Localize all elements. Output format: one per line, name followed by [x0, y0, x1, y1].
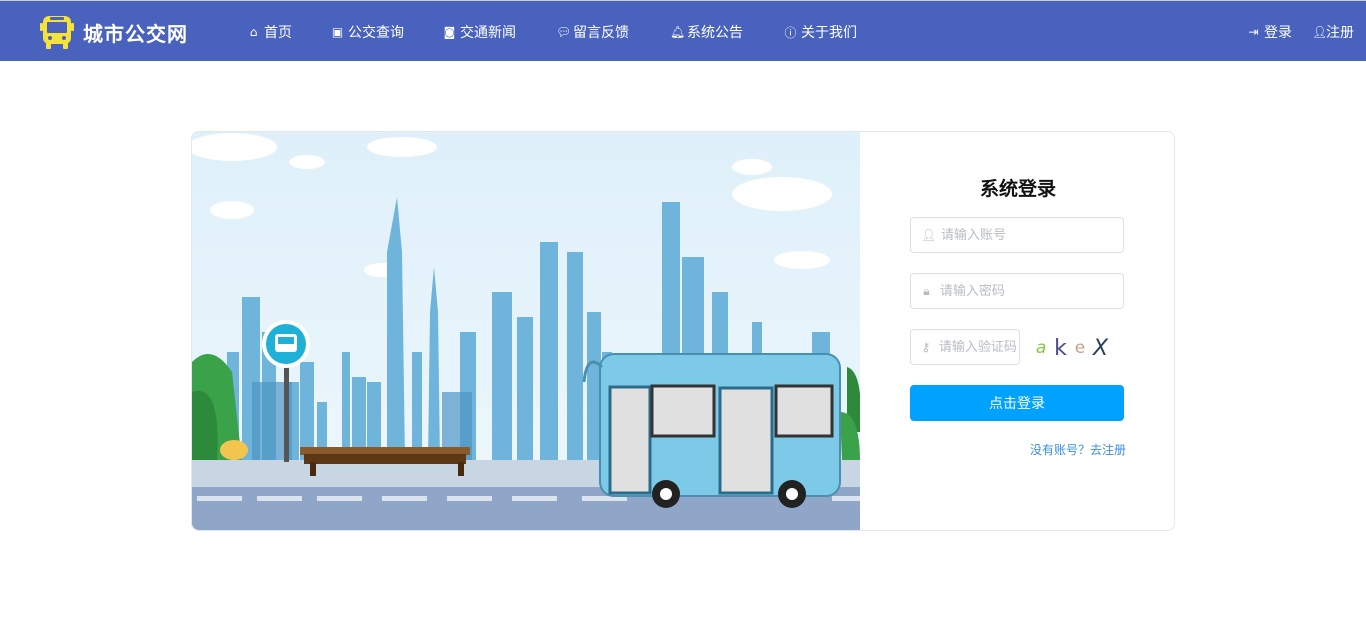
brand-logo[interactable]: 城市公交网 — [40, 14, 188, 50]
login-form: 系统登录 👤︎ 🔒︎ ⚷ a k e X 点击登录 没有账号？去注册 — [860, 132, 1174, 530]
nav-label: 公交查询 — [348, 25, 404, 41]
password-input[interactable] — [939, 283, 1123, 299]
account-field: 👤︎ — [910, 217, 1124, 253]
brand-name: 城市公交网 — [83, 21, 188, 46]
key-icon: ⚷ — [921, 340, 931, 354]
nav-label: 注册 — [1326, 25, 1354, 41]
bus-icon: ▣ — [331, 25, 344, 39]
info-icon: ⓘ — [784, 25, 797, 40]
register-link[interactable]: 没有账号？去注册 — [1030, 441, 1126, 458]
lock-icon: 🔒︎ — [923, 283, 930, 298]
bus-stop-illustration — [192, 132, 860, 530]
bell-icon: 🔔︎ — [670, 25, 686, 39]
nav-about[interactable]: ⓘ 关于我们 — [784, 22, 857, 42]
account-input[interactable] — [941, 227, 1123, 243]
nav-label: 关于我们 — [801, 25, 857, 41]
captcha-char: e — [1074, 338, 1086, 358]
comment-icon: 💬︎ — [556, 25, 572, 39]
nav-home[interactable]: ⌂ 首页 — [247, 22, 292, 42]
home-icon: ⌂ — [249, 25, 258, 39]
nav-label: 留言反馈 — [573, 25, 629, 41]
nav-label: 系统公告 — [687, 25, 743, 41]
instagram-icon: ◙ — [443, 25, 456, 39]
nav-bus-query[interactable]: ▣ 公交查询 — [331, 22, 404, 42]
form-title: 系统登录 — [979, 178, 1056, 200]
nav-announcements[interactable]: 🔔︎ 系统公告 — [670, 22, 743, 42]
captcha-char: a — [1035, 338, 1047, 358]
nav-traffic-news[interactable]: ◙ 交通新闻 — [443, 22, 516, 42]
top-navbar: 城市公交网 ⌂ 首页 ▣ 公交查询 ◙ 交通新闻 💬︎ 留言反馈 🔔︎ 系统公告 ⓘ 关于我… — [0, 0, 1366, 61]
sign-in-icon: ⇥ — [1248, 25, 1259, 39]
login-button[interactable]: 点击登录 — [910, 385, 1124, 421]
captcha-char: X — [1092, 335, 1109, 361]
captcha-char: k — [1054, 335, 1067, 361]
captcha-input[interactable] — [938, 339, 1019, 355]
nav-label: 交通新闻 — [460, 25, 516, 41]
user-plus-icon: 👤︎ — [1312, 25, 1328, 39]
login-card: 系统登录 👤︎ 🔒︎ ⚷ a k e X 点击登录 没有账号？去注册 — [191, 131, 1175, 531]
bus-logo-icon — [40, 16, 74, 49]
captcha-image[interactable]: a k e X — [1032, 330, 1112, 366]
nav-label: 首页 — [264, 25, 292, 41]
captcha-field: ⚷ — [910, 329, 1020, 365]
nav-label: 登录 — [1264, 25, 1292, 41]
nav-feedback[interactable]: 💬︎ 留言反馈 — [556, 22, 629, 42]
password-field: 🔒︎ — [910, 273, 1124, 309]
nav-login[interactable]: ⇥ 登录 — [1247, 22, 1292, 42]
nav-register[interactable]: 👤︎ 注册 — [1312, 22, 1354, 42]
user-icon: 👤︎ — [921, 228, 937, 242]
